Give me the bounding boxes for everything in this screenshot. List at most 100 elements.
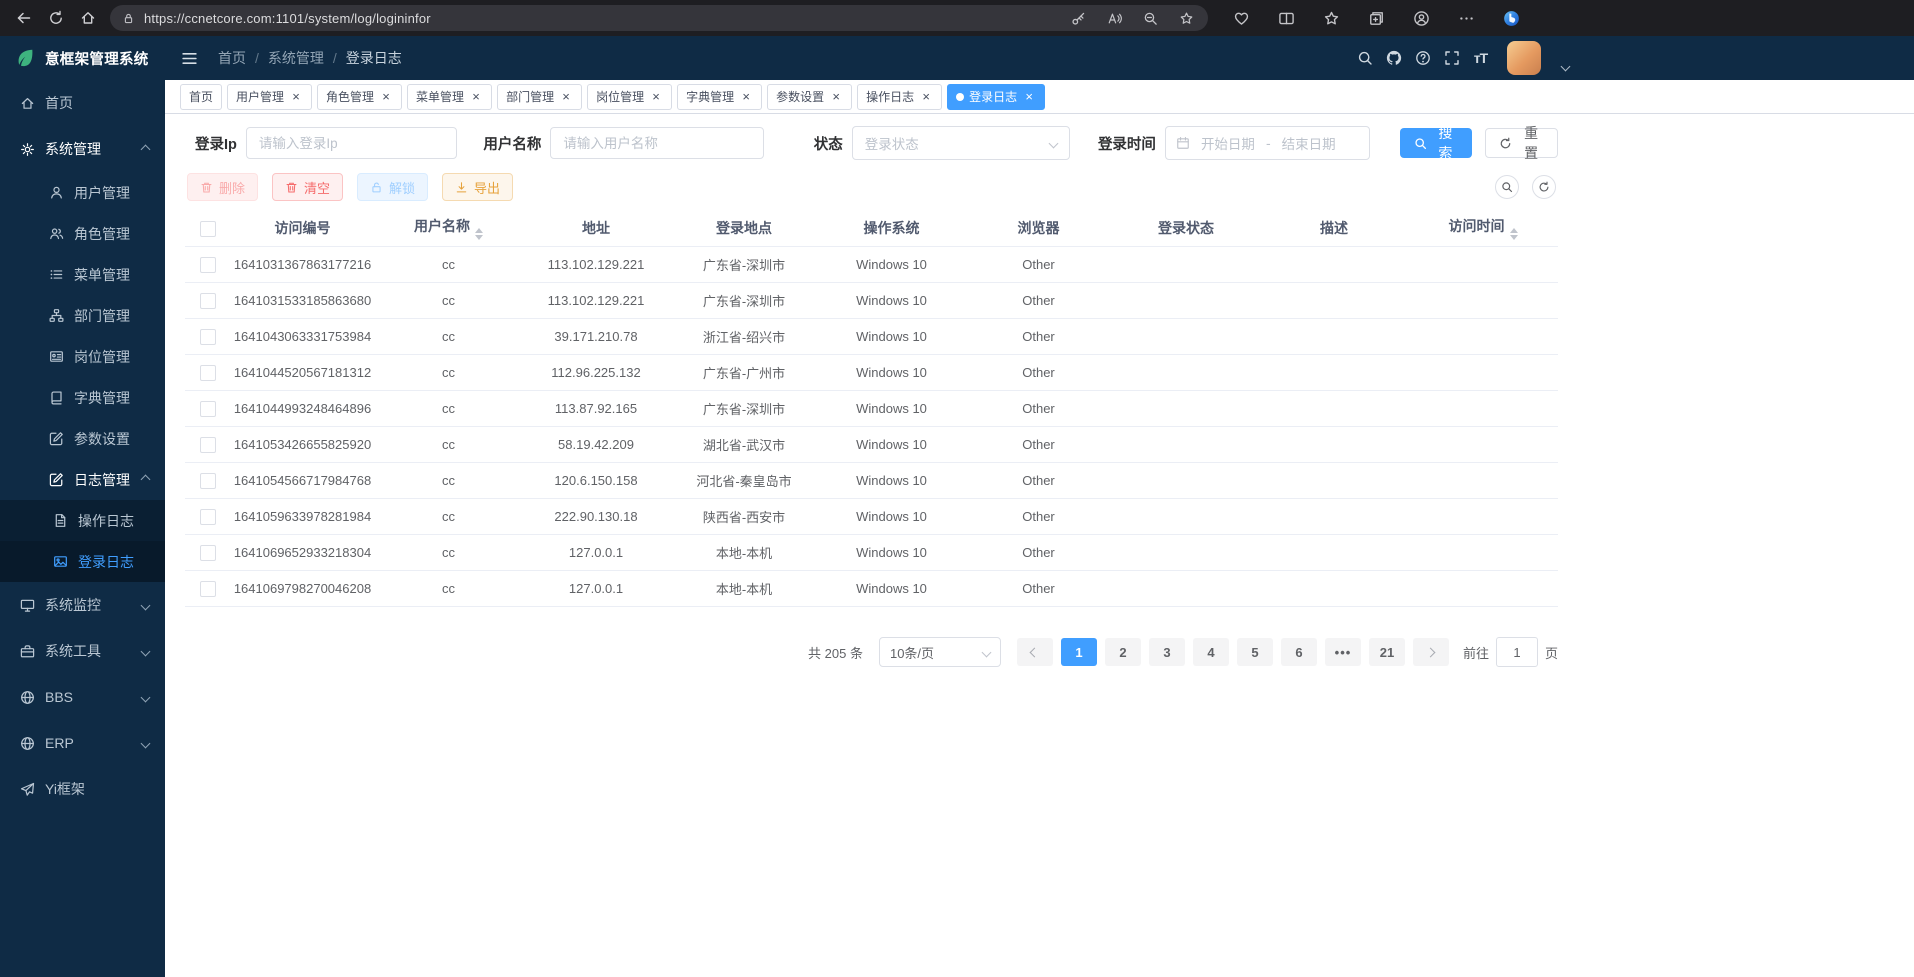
- sort-carets-icon[interactable]: [475, 228, 483, 240]
- page-size-select[interactable]: 10条/页: [879, 637, 1001, 667]
- tab-home[interactable]: 首页: [180, 84, 222, 110]
- page-button-21[interactable]: 21: [1369, 638, 1405, 666]
- more-pages-button[interactable]: •••: [1325, 638, 1361, 666]
- delete-button[interactable]: 删除: [187, 173, 258, 201]
- tab-close-icon[interactable]: ×: [559, 90, 573, 104]
- site-info-lock-icon[interactable]: [122, 12, 135, 25]
- page-button-1[interactable]: 1: [1061, 638, 1097, 666]
- prev-page-button[interactable]: [1017, 638, 1053, 666]
- sidebar-item-login-log[interactable]: 登录日志: [0, 541, 165, 582]
- page-button-4[interactable]: 4: [1193, 638, 1229, 666]
- column-header-username[interactable]: 用户名称: [375, 210, 522, 247]
- sidebar-item-dept-mgmt[interactable]: 部门管理: [0, 295, 165, 336]
- tab-close-icon[interactable]: ×: [379, 90, 393, 104]
- sidebar-item-erp[interactable]: ERP: [0, 720, 165, 766]
- tab-role-mgmt[interactable]: 角色管理×: [317, 84, 402, 110]
- browser-essentials-icon[interactable]: [1230, 5, 1252, 31]
- copilot-bing-icon[interactable]: [1500, 5, 1522, 31]
- tab-close-icon[interactable]: ×: [739, 90, 753, 104]
- tab-dept-mgmt[interactable]: 部门管理×: [497, 84, 582, 110]
- status-select[interactable]: 登录状态: [852, 126, 1070, 160]
- next-page-button[interactable]: [1413, 638, 1449, 666]
- avatar-dropdown-caret-icon[interactable]: [1562, 57, 1569, 73]
- sidebar-item-menu-mgmt[interactable]: 菜单管理: [0, 254, 165, 295]
- row-checkbox[interactable]: [200, 581, 216, 597]
- sort-carets-icon[interactable]: [1510, 228, 1518, 240]
- tab-post-mgmt[interactable]: 岗位管理×: [587, 84, 672, 110]
- row-checkbox[interactable]: [200, 257, 216, 273]
- tab-user-mgmt[interactable]: 用户管理×: [227, 84, 312, 110]
- row-checkbox[interactable]: [200, 401, 216, 417]
- zoom-out-icon[interactable]: [1136, 7, 1164, 29]
- tab-close-icon[interactable]: ×: [829, 90, 843, 104]
- sidebar-item-system-tools[interactable]: 系统工具: [0, 628, 165, 674]
- select-all-checkbox[interactable]: [200, 221, 216, 237]
- page-button-6[interactable]: 6: [1281, 638, 1317, 666]
- sidebar-item-user-mgmt[interactable]: 用户管理: [0, 172, 165, 213]
- row-checkbox[interactable]: [200, 509, 216, 525]
- table-refresh-button[interactable]: [1532, 175, 1556, 199]
- tab-close-icon[interactable]: ×: [649, 90, 663, 104]
- page-button-5[interactable]: 5: [1237, 638, 1273, 666]
- search-toggle-button[interactable]: [1495, 175, 1519, 199]
- row-checkbox[interactable]: [200, 545, 216, 561]
- username-input[interactable]: [550, 127, 763, 159]
- user-avatar[interactable]: [1507, 41, 1541, 75]
- collections-icon[interactable]: [1365, 5, 1387, 31]
- tab-close-icon[interactable]: ×: [289, 90, 303, 104]
- sidebar-item-log-mgmt[interactable]: 日志管理: [0, 459, 165, 500]
- sidebar-item-role-mgmt[interactable]: 角色管理: [0, 213, 165, 254]
- clear-button[interactable]: 清空: [272, 173, 343, 201]
- tab-dict-mgmt[interactable]: 字典管理×: [677, 84, 762, 110]
- address-bar[interactable]: https://ccnetcore.com:1101/system/log/lo…: [110, 5, 1208, 31]
- sidebar-collapse-button[interactable]: [178, 47, 200, 69]
- app-logo[interactable]: 意框架管理系统: [0, 36, 165, 80]
- back-button[interactable]: [8, 4, 40, 32]
- date-range-picker[interactable]: 开始日期 - 结束日期: [1165, 126, 1370, 160]
- row-checkbox[interactable]: [200, 365, 216, 381]
- browser-refresh-button[interactable]: [40, 4, 72, 32]
- sidebar-item-dict-mgmt[interactable]: 字典管理: [0, 377, 165, 418]
- row-checkbox[interactable]: [200, 329, 216, 345]
- split-screen-icon[interactable]: [1275, 5, 1297, 31]
- profile-avatar-icon[interactable]: [1410, 5, 1432, 31]
- sidebar-item-home[interactable]: 首页: [0, 80, 165, 126]
- github-icon[interactable]: [1385, 50, 1402, 67]
- breadcrumb-item-system[interactable]: 系统管理: [268, 48, 324, 68]
- tab-close-icon[interactable]: ×: [1022, 90, 1036, 104]
- password-key-icon[interactable]: [1064, 7, 1092, 29]
- sidebar-item-post-mgmt[interactable]: 岗位管理: [0, 336, 165, 377]
- search-button[interactable]: 搜索: [1400, 128, 1473, 158]
- tab-close-icon[interactable]: ×: [469, 90, 483, 104]
- favorites-icon[interactable]: [1320, 5, 1342, 31]
- sidebar-item-system-mgmt[interactable]: 系统管理: [0, 126, 165, 172]
- sidebar-item-bbs[interactable]: BBS: [0, 674, 165, 720]
- tab-param-settings[interactable]: 参数设置×: [767, 84, 852, 110]
- sidebar-item-param-settings[interactable]: 参数设置: [0, 418, 165, 459]
- login-ip-input[interactable]: [246, 127, 458, 159]
- header-search-icon[interactable]: [1356, 50, 1373, 67]
- sidebar-item-system-monitor[interactable]: 系统监控: [0, 582, 165, 628]
- unlock-button[interactable]: 解锁: [357, 173, 428, 201]
- tab-menu-mgmt[interactable]: 菜单管理×: [407, 84, 492, 110]
- tab-operation-log[interactable]: 操作日志×: [857, 84, 942, 110]
- font-size-icon[interactable]: тT: [1472, 50, 1489, 67]
- fullscreen-icon[interactable]: [1443, 50, 1460, 67]
- breadcrumb-item-home[interactable]: 首页: [218, 48, 246, 68]
- sidebar-item-yi-framework[interactable]: Yi框架: [0, 766, 165, 812]
- favorite-star-icon[interactable]: [1172, 7, 1200, 29]
- tab-login-log[interactable]: 登录日志×: [947, 84, 1045, 110]
- browser-home-button[interactable]: [72, 4, 104, 32]
- sidebar-item-operation-log[interactable]: 操作日志: [0, 500, 165, 541]
- page-button-2[interactable]: 2: [1105, 638, 1141, 666]
- column-header-visit-time[interactable]: 访问时间: [1408, 210, 1558, 247]
- read-aloud-icon[interactable]: [1100, 7, 1128, 29]
- row-checkbox[interactable]: [200, 473, 216, 489]
- goto-page-input[interactable]: [1496, 637, 1538, 667]
- export-button[interactable]: 导出: [442, 173, 513, 201]
- reset-button[interactable]: 重置: [1485, 128, 1558, 158]
- url-text[interactable]: https://ccnetcore.com:1101/system/log/lo…: [144, 11, 1064, 26]
- help-icon[interactable]: [1414, 50, 1431, 67]
- page-button-3[interactable]: 3: [1149, 638, 1185, 666]
- browser-menu-icon[interactable]: [1455, 5, 1477, 31]
